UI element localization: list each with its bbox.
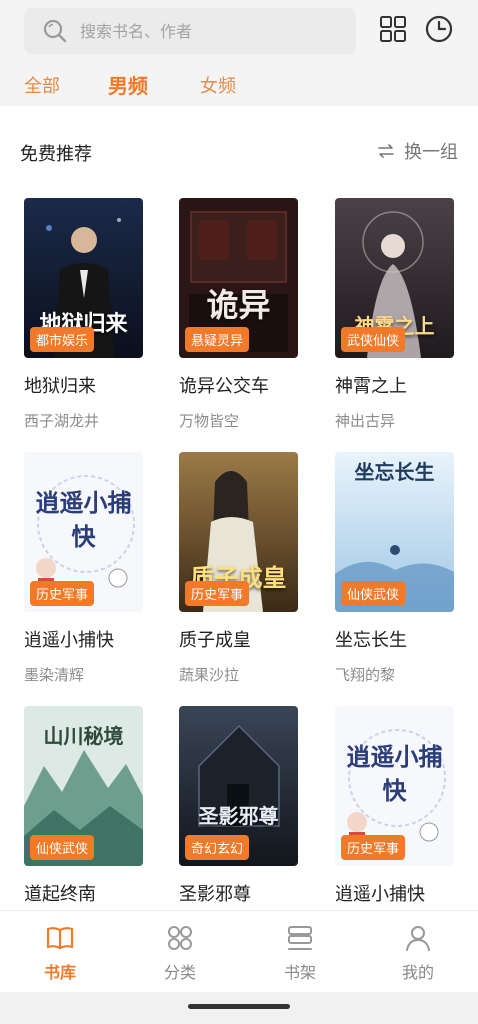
cover-title: 逍遥小捕快: [35, 488, 132, 551]
bottom-nav: 书库 分类 书架 我的: [0, 910, 478, 992]
book-title[interactable]: 地狱归来: [24, 372, 154, 398]
genre-badge: 奇幻玄幻: [185, 835, 250, 860]
book-title[interactable]: 道起终南: [24, 880, 154, 906]
book-cover[interactable]: 神霄之上 武侠仙侠: [335, 198, 454, 358]
nav-library[interactable]: 书库: [20, 923, 100, 983]
genre-badge: 仙侠武侠: [30, 835, 95, 860]
tab-female[interactable]: 女频: [200, 72, 236, 98]
book-author: 神出古异: [335, 412, 396, 430]
genre-badge: 历史军事: [341, 835, 406, 860]
book-author: 飞翔的黎: [335, 666, 396, 684]
book-title[interactable]: 神霄之上: [335, 372, 465, 398]
genre-badge: 武侠仙侠: [341, 327, 406, 352]
tab-all[interactable]: 全部: [24, 72, 60, 98]
book-title[interactable]: 逍遥小捕快: [24, 626, 154, 652]
book-card[interactable]: 逍遥小捕快 历史军事 逍遥小捕快: [335, 706, 465, 906]
search-bar[interactable]: [24, 8, 356, 54]
book-title[interactable]: 圣影邪尊: [179, 880, 309, 906]
nav-label: 我的: [401, 963, 434, 982]
book-title[interactable]: 质子成皇: [179, 626, 309, 652]
search-input[interactable]: [80, 21, 330, 41]
genre-badge: 仙侠武侠: [341, 581, 406, 606]
refresh-icon: [378, 144, 394, 158]
book-cover[interactable]: 逍遥小捕快 历史军事: [24, 452, 143, 612]
home-indicator[interactable]: [188, 1004, 290, 1009]
book-title[interactable]: 坐忘长生: [335, 626, 465, 652]
refresh-button[interactable]: 换一组: [376, 138, 458, 164]
nav-label: 分类: [163, 963, 196, 982]
book-card[interactable]: 坐忘长生 仙侠武侠 坐忘长生 飞翔的黎: [335, 452, 465, 685]
nav-category[interactable]: 分类: [140, 923, 220, 983]
grid-icon[interactable]: [378, 14, 408, 44]
cover-title: 山川秘境: [43, 724, 124, 748]
section-header: 免费推荐 换一组: [0, 122, 478, 178]
book-card[interactable]: 逍遥小捕快 历史军事 逍遥小捕快 墨染清辉: [24, 452, 154, 685]
open-book-icon: [46, 927, 74, 950]
nav-bookshelf[interactable]: 书架: [260, 923, 340, 983]
book-cover[interactable]: 圣影邪尊 奇幻玄幻: [179, 706, 298, 866]
history-clock-icon[interactable]: [424, 14, 454, 44]
cover-title: 坐忘长生: [354, 460, 435, 484]
nav-label: 书库: [43, 963, 76, 982]
cover-title: 圣影邪尊: [198, 804, 279, 828]
cover-title: 诡异: [206, 286, 271, 324]
book-cover[interactable]: 坐忘长生 仙侠武侠: [335, 452, 454, 612]
search-icon: [43, 19, 67, 43]
book-card[interactable]: 诡异 悬疑灵异 诡异公交车 万物皆空: [179, 198, 309, 431]
nav-profile[interactable]: 我的: [378, 923, 458, 983]
book-cover[interactable]: 逍遥小捕快 历史军事: [335, 706, 454, 866]
section-title: 免费推荐: [20, 144, 92, 165]
book-card[interactable]: 神霄之上 武侠仙侠 神霄之上 神出古异: [335, 198, 465, 431]
book-author: 墨染清辉: [24, 666, 85, 684]
genre-badge: 悬疑灵异: [185, 327, 250, 352]
book-card[interactable]: 质子成皇 历史军事 质子成皇 蔬果沙拉: [179, 452, 309, 685]
nav-label: 书架: [283, 963, 316, 982]
person-icon: [406, 926, 430, 951]
genre-badge: 都市娱乐: [30, 327, 95, 352]
book-title[interactable]: 诡异公交车: [179, 372, 309, 398]
category-circles-icon: [168, 926, 192, 950]
book-cover[interactable]: 质子成皇 历史军事: [179, 452, 298, 612]
tab-male[interactable]: 男频: [108, 70, 148, 99]
genre-badge: 历史军事: [185, 581, 250, 606]
system-gesture-bar: [0, 992, 478, 1024]
book-card[interactable]: 地狱归来 都市娱乐 地狱归来 西子湖龙井: [24, 198, 154, 431]
refresh-label: 换一组: [404, 142, 458, 163]
book-cover[interactable]: 地狱归来 都市娱乐: [24, 198, 143, 358]
book-title[interactable]: 逍遥小捕快: [335, 880, 465, 906]
book-cover[interactable]: 诡异 悬疑灵异: [179, 198, 298, 358]
book-card[interactable]: 圣影邪尊 奇幻玄幻 圣影邪尊: [179, 706, 309, 906]
bookshelf-icon: [288, 926, 312, 950]
genre-badge: 历史军事: [30, 581, 95, 606]
cover-title: 逍遥小捕快: [346, 742, 443, 805]
book-cover[interactable]: 山川秘境 仙侠武侠: [24, 706, 143, 866]
top-bar: 全部 男频 女频: [0, 0, 478, 106]
book-author: 蔬果沙拉: [179, 666, 240, 684]
book-author: 万物皆空: [179, 412, 240, 430]
category-tabs: 全部 男频 女频: [0, 66, 478, 106]
book-card[interactable]: 山川秘境 仙侠武侠 道起终南: [24, 706, 154, 906]
book-author: 西子湖龙井: [24, 412, 100, 430]
